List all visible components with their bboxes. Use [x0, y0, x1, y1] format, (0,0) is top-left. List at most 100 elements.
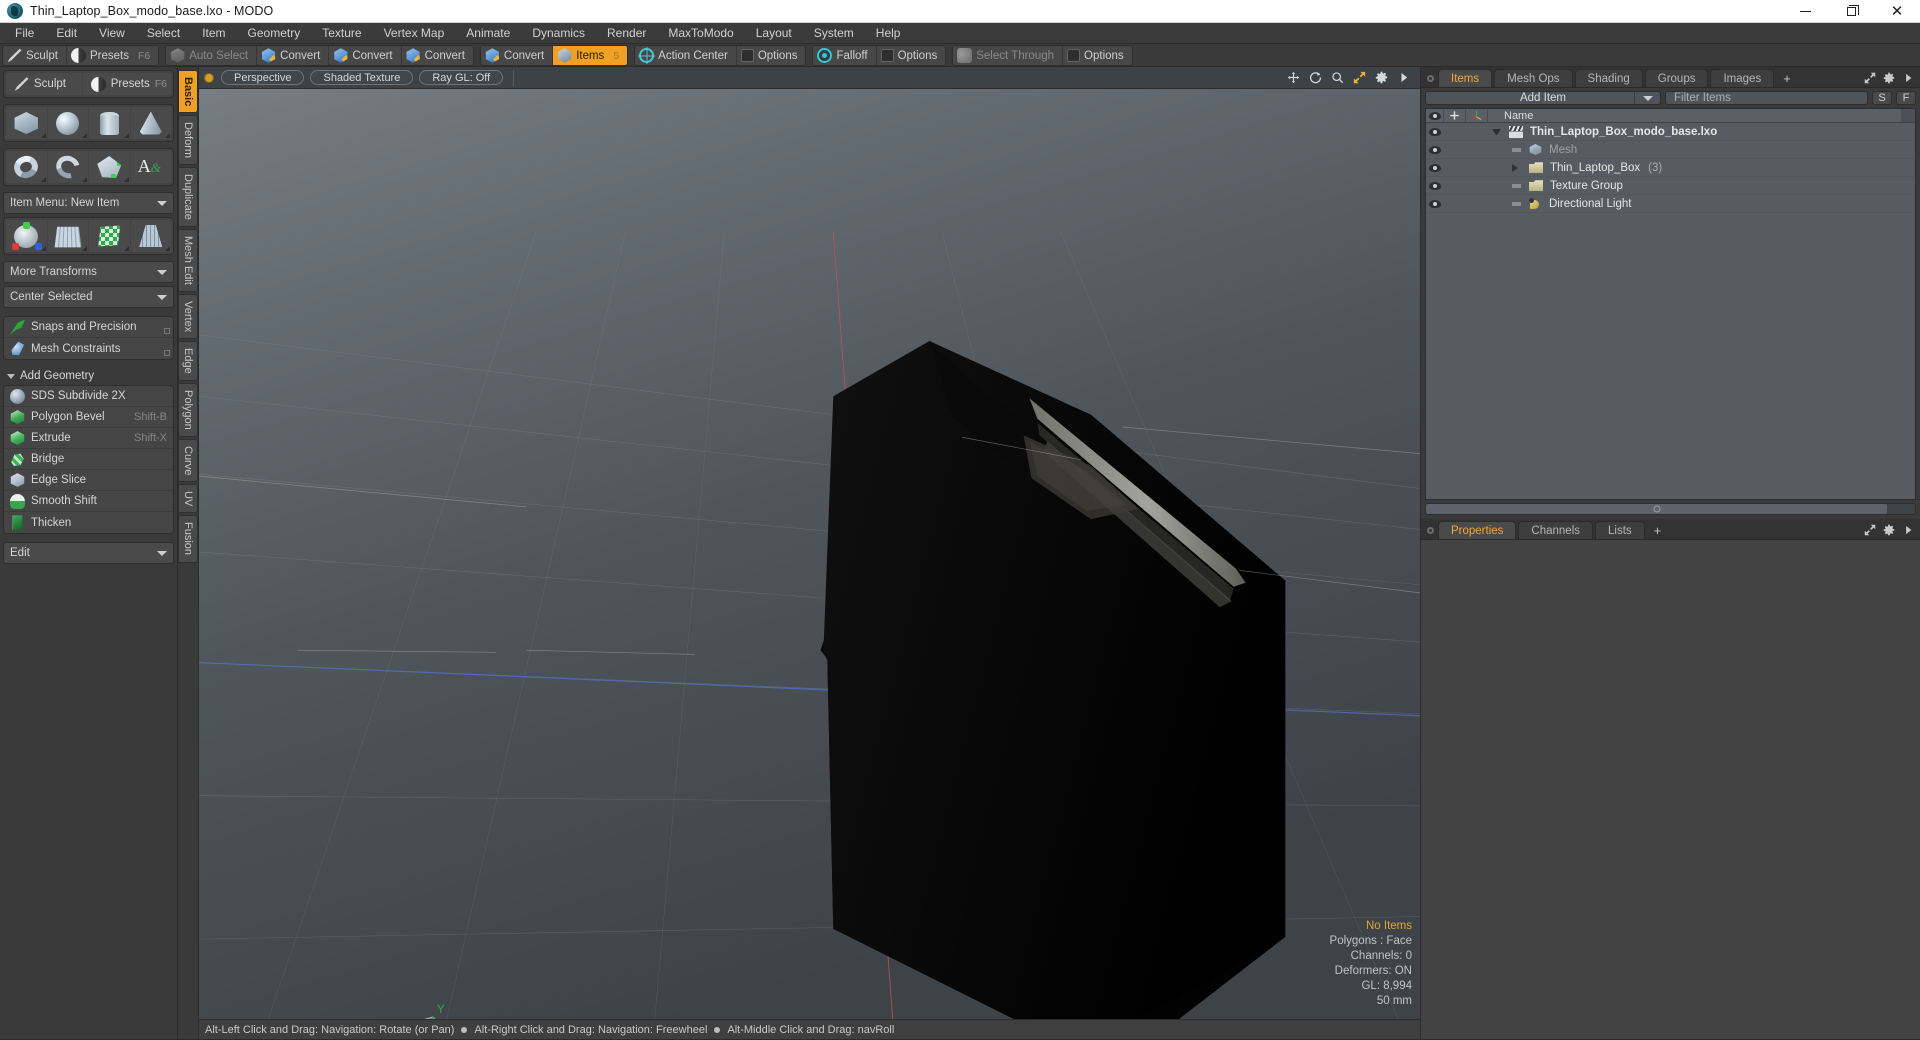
- menu-item-maxtomodo[interactable]: MaxToModo: [657, 23, 744, 44]
- raygl-toggle-button[interactable]: Ray GL: Off: [419, 70, 504, 85]
- zoom-magnifier-icon[interactable]: [1331, 71, 1344, 84]
- add-tab-button[interactable]: +: [1776, 69, 1798, 87]
- vtab-polygon[interactable]: Polygon: [178, 383, 198, 437]
- tab-items[interactable]: Items: [1438, 69, 1493, 87]
- menu-item-vertex-map[interactable]: Vertex Map: [373, 23, 456, 44]
- geometry-row-thicken[interactable]: Thicken: [4, 512, 173, 533]
- table-row[interactable]: Thin_Laptop_Box_modo_base.lxo: [1426, 123, 1915, 141]
- fit-expand-icon[interactable]: [1353, 71, 1366, 84]
- presets-button[interactable]: Presets F6: [82, 73, 171, 95]
- menu-item-system[interactable]: System: [803, 23, 865, 44]
- tab-lists[interactable]: Lists: [1595, 521, 1645, 539]
- menu-item-render[interactable]: Render: [596, 23, 657, 44]
- sphere-primitive-button[interactable]: [47, 107, 88, 139]
- geometry-row-extrude[interactable]: Extrude Shift-X: [4, 428, 173, 449]
- add-geometry-section-header[interactable]: Add Geometry: [3, 366, 174, 385]
- menu-item-geometry[interactable]: Geometry: [237, 23, 312, 44]
- toolbar-button-items[interactable]: Items 5: [553, 46, 628, 65]
- transform-button[interactable]: [6, 220, 47, 252]
- geometry-row-smooth-shift[interactable]: Smooth Shift: [4, 491, 173, 512]
- tab-images[interactable]: Images: [1710, 69, 1775, 87]
- toolbar-button-options[interactable]: Options: [1063, 46, 1132, 65]
- tab-groups[interactable]: Groups: [1644, 69, 1709, 87]
- toolbar-button-options[interactable]: Options: [736, 46, 806, 65]
- items-horizontal-scrollbar[interactable]: [1425, 503, 1916, 515]
- toolbar-button-select-through[interactable]: Select Through: [953, 46, 1064, 65]
- column-transform[interactable]: [1466, 109, 1488, 122]
- geometry-row-sds-subdivide-2x[interactable]: SDS Subdivide 2X: [4, 386, 173, 407]
- menu-item-animate[interactable]: Animate: [455, 23, 521, 44]
- filter-items-input[interactable]: Filter Items: [1665, 91, 1868, 105]
- panel-menu-dot[interactable]: [1427, 75, 1434, 82]
- menu-item-item[interactable]: Item: [191, 23, 236, 44]
- row-visibility-toggle[interactable]: [1426, 181, 1444, 190]
- column-visibility[interactable]: [1426, 109, 1444, 122]
- toolbar-button-convert[interactable]: Convert: [257, 46, 330, 65]
- toolbar-button-convert[interactable]: Convert: [401, 46, 473, 65]
- bend-button[interactable]: [47, 220, 88, 252]
- filter-s-button[interactable]: S: [1872, 91, 1892, 105]
- soft-drag-button[interactable]: [89, 220, 130, 252]
- row-visibility-toggle[interactable]: [1426, 145, 1444, 154]
- toolbar-button-presets[interactable]: Presets F6: [66, 46, 159, 65]
- viewport-menu-dot[interactable]: [205, 73, 213, 82]
- toolbar-button-action-center[interactable]: Action Center: [635, 46, 737, 65]
- chevron-down-icon[interactable]: [1492, 128, 1501, 135]
- geometry-row-polygon-bevel[interactable]: Polygon Bevel Shift-B: [4, 407, 173, 428]
- lattice-button[interactable]: [130, 220, 171, 252]
- vtab-mesh-edit[interactable]: Mesh Edit: [178, 229, 198, 293]
- chevron-right-icon[interactable]: [1512, 163, 1521, 172]
- column-lock[interactable]: [1444, 109, 1466, 122]
- vtab-vertex[interactable]: Vertex: [178, 294, 198, 340]
- vtab-curve[interactable]: Curve: [178, 438, 198, 483]
- center-selected-dropdown[interactable]: Center Selected: [3, 286, 174, 308]
- filter-f-button[interactable]: F: [1896, 91, 1916, 105]
- snaps-and-precision-row[interactable]: Snaps and Precision: [4, 317, 173, 338]
- add-item-button[interactable]: Add Item: [1425, 91, 1661, 105]
- add-properties-tab-button[interactable]: +: [1647, 521, 1669, 539]
- row-visibility-toggle[interactable]: [1426, 163, 1444, 172]
- menu-item-select[interactable]: Select: [136, 23, 191, 44]
- viewport-3d[interactable]: Y X No Items Polygons : Face Channels: 0…: [199, 89, 1420, 1019]
- panel-menu-dot[interactable]: [1427, 527, 1434, 534]
- table-row[interactable]: Mesh: [1426, 141, 1915, 159]
- chevron-right-icon[interactable]: [1397, 71, 1410, 84]
- geometry-row-bridge[interactable]: Bridge: [4, 449, 173, 470]
- toolbar-button-falloff[interactable]: Falloff: [813, 46, 877, 65]
- more-transforms-dropdown[interactable]: More Transforms: [3, 261, 174, 283]
- vtab-duplicate[interactable]: Duplicate: [178, 167, 198, 228]
- move-icon[interactable]: [1287, 71, 1300, 84]
- add-item-dropdown[interactable]: [1634, 92, 1660, 104]
- item-menu-dropdown[interactable]: Item Menu: New Item: [3, 192, 174, 214]
- cube-primitive-button[interactable]: [6, 107, 47, 139]
- cylinder-primitive-button[interactable]: [89, 107, 130, 139]
- toolbar-button-convert[interactable]: Convert: [329, 46, 402, 65]
- toolbar-button-sculpt[interactable]: Sculpt: [3, 46, 67, 65]
- chevron-right-icon[interactable]: [1902, 524, 1914, 536]
- close-button[interactable]: ✕: [1874, 0, 1920, 23]
- tab-mesh-ops[interactable]: Mesh Ops: [1494, 69, 1573, 87]
- polygon-pen-button[interactable]: [89, 151, 130, 183]
- gear-icon[interactable]: [1883, 72, 1895, 84]
- tab-channels[interactable]: Channels: [1518, 521, 1594, 539]
- toolbar-button-convert[interactable]: Convert: [480, 46, 554, 65]
- view-mode-perspective[interactable]: Perspective: [221, 70, 305, 85]
- vtab-basic[interactable]: Basic: [178, 70, 198, 114]
- maximize-button[interactable]: [1828, 0, 1874, 23]
- scrollbar-thumb[interactable]: [1426, 504, 1887, 514]
- geometry-row-edge-slice[interactable]: Edge Slice: [4, 470, 173, 491]
- vtab-deform[interactable]: Deform: [178, 115, 198, 166]
- spiral-primitive-button[interactable]: [47, 151, 88, 183]
- toolbar-button-auto-select[interactable]: Auto Select: [166, 46, 258, 65]
- expand-icon[interactable]: [1864, 72, 1876, 84]
- text-tool-button[interactable]: A&: [130, 151, 171, 183]
- sculpt-button[interactable]: Sculpt: [6, 73, 82, 95]
- vtab-uv[interactable]: UV: [178, 484, 198, 514]
- table-row[interactable]: Texture Group: [1426, 177, 1915, 195]
- table-row[interactable]: Thin_Laptop_Box (3): [1426, 159, 1915, 177]
- gear-icon[interactable]: [1883, 524, 1895, 536]
- vtab-fusion[interactable]: Fusion: [178, 515, 198, 563]
- table-row[interactable]: Directional Light: [1426, 195, 1915, 213]
- gear-icon[interactable]: [1375, 71, 1388, 84]
- tab-properties[interactable]: Properties: [1438, 521, 1517, 539]
